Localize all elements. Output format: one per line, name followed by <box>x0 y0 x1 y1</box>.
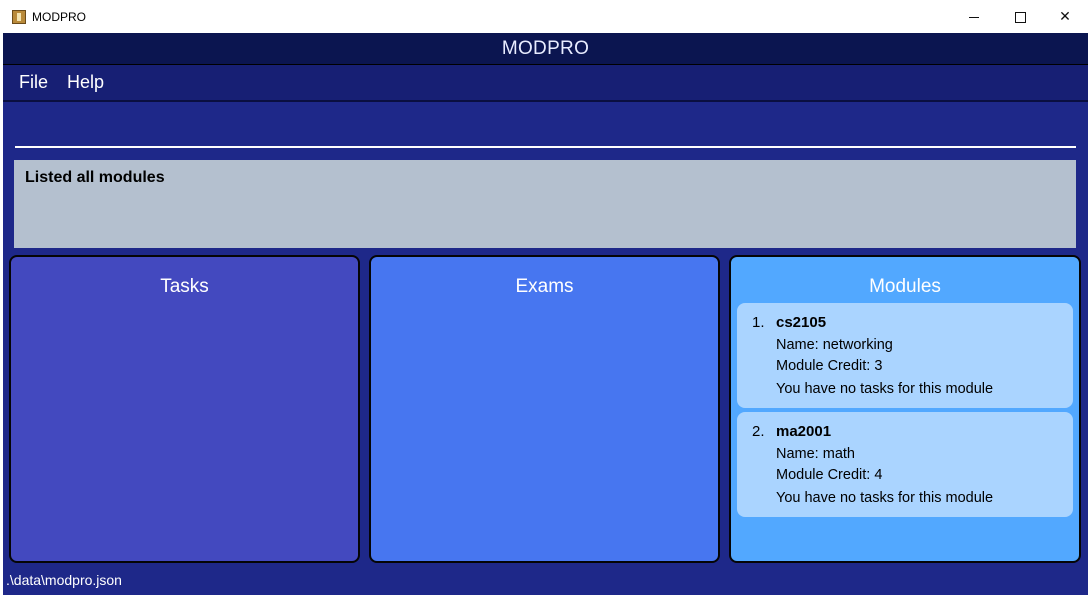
minimize-icon <box>969 16 979 18</box>
command-input[interactable] <box>15 104 1076 148</box>
module-card[interactable]: 2. ma2001 Name: math Module Credit: 4 Yo… <box>737 412 1073 517</box>
menu-help[interactable]: Help <box>67 72 104 93</box>
app-window: MODPRO ✕ MODPRO File Help Listed all mod… <box>3 3 1088 595</box>
window-title: MODPRO <box>32 10 86 24</box>
minimize-button[interactable] <box>951 3 997 33</box>
exams-panel-title: Exams <box>515 276 574 297</box>
data-file-path: .\data\modpro.json <box>6 572 122 588</box>
result-display: Listed all modules <box>14 160 1076 248</box>
module-code: ma2001 <box>776 423 832 440</box>
module-name: Name: networking <box>776 337 893 353</box>
module-tasks-note: You have no tasks for this module <box>776 381 994 397</box>
close-button[interactable]: ✕ <box>1042 3 1088 33</box>
modules-panel-title: Modules <box>869 276 941 297</box>
module-tasks-note: You have no tasks for this module <box>776 490 994 506</box>
module-index: 2. <box>752 423 765 440</box>
module-name: Name: math <box>776 446 855 462</box>
window-titlebar[interactable]: MODPRO ✕ <box>3 3 1088 33</box>
menu-file[interactable]: File <box>19 72 48 93</box>
app-header-title: MODPRO <box>3 33 1088 65</box>
menu-bar: File Help <box>3 65 1088 102</box>
module-credit: Module Credit: 3 <box>776 358 883 374</box>
module-card[interactable]: 1. cs2105 Name: networking Module Credit… <box>737 303 1073 408</box>
exams-panel[interactable]: Exams <box>369 255 720 563</box>
module-index: 1. <box>752 314 765 331</box>
app-icon <box>12 10 26 24</box>
modules-panel[interactable]: Modules 1. cs2105 Name: networking Modul… <box>729 255 1081 563</box>
maximize-button[interactable] <box>997 3 1043 33</box>
maximize-icon <box>1014 11 1026 23</box>
result-message: Listed all modules <box>25 169 165 186</box>
close-icon: ✕ <box>1059 9 1071 25</box>
tasks-panel-title: Tasks <box>160 276 209 297</box>
module-credit: Module Credit: 4 <box>776 467 883 483</box>
status-bar: .\data\modpro.json <box>3 569 1088 595</box>
tasks-panel[interactable]: Tasks <box>9 255 360 563</box>
module-code: cs2105 <box>776 314 827 331</box>
